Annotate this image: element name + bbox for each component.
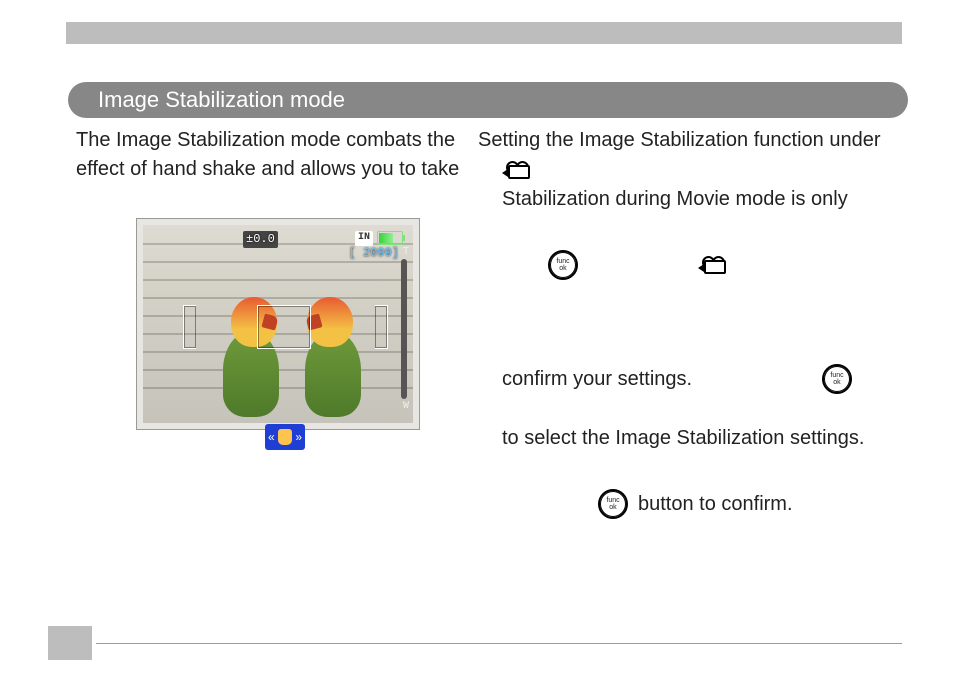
sample-photo-preview: ±0.0 [ 2099] IN T W [136,218,420,430]
af-bracket-icon [375,305,388,349]
intro-text: The Image Stabilization mode combats the… [76,126,466,184]
movie-camera-icon [698,256,722,274]
zoom-wide-label: W [403,399,409,414]
footer-rule [96,643,902,644]
battery-icon [377,231,403,245]
button-confirm-row: func ok button to confirm. [478,489,902,519]
confirm-text: confirm your settings. [478,365,692,394]
func-ok-label: func ok [606,497,619,511]
button-confirm-text: button to confirm. [638,490,793,519]
af-bracket-icon [183,305,196,349]
section-header: Image Stabilization mode [68,82,908,118]
func-ok-button-icon: func ok [548,250,578,280]
zoom-bar: T W [401,259,407,399]
af-bracket-icon [257,305,311,349]
right-column: Setting the Image Stabilization function… [478,126,902,519]
page-header-stripe [66,22,902,44]
page-number-tab [48,626,92,660]
func-ok-button-icon: func ok [822,364,852,394]
manual-page: Image Stabilization mode The Image Stabi… [0,0,954,694]
func-ok-label: func ok [830,372,843,386]
overlay-storage-badge: IN [355,231,373,246]
left-column: The Image Stabilization mode combats the… [76,126,466,430]
zoom-tele-label: T [403,245,409,260]
right-line-2: Stabilization during Movie mode is only [478,185,902,214]
func-ok-button-icon: func ok [598,489,628,519]
movie-mode-indicator [478,161,902,179]
func-ok-label: func ok [556,258,569,272]
movie-camera-icon [502,161,526,179]
overlay-ev-value: ±0.0 [243,231,278,248]
select-line: to select the Image Stabilization settin… [478,424,902,453]
section-title: Image Stabilization mode [98,84,345,116]
confirm-row: confirm your settings. func ok [478,364,902,394]
image-stabilization-icon [265,424,305,450]
right-line-1: Setting the Image Stabilization function… [478,126,902,155]
photo-background: ±0.0 [ 2099] IN T W [143,225,413,423]
overlay-shots-remaining: [ 2099] [349,245,399,262]
